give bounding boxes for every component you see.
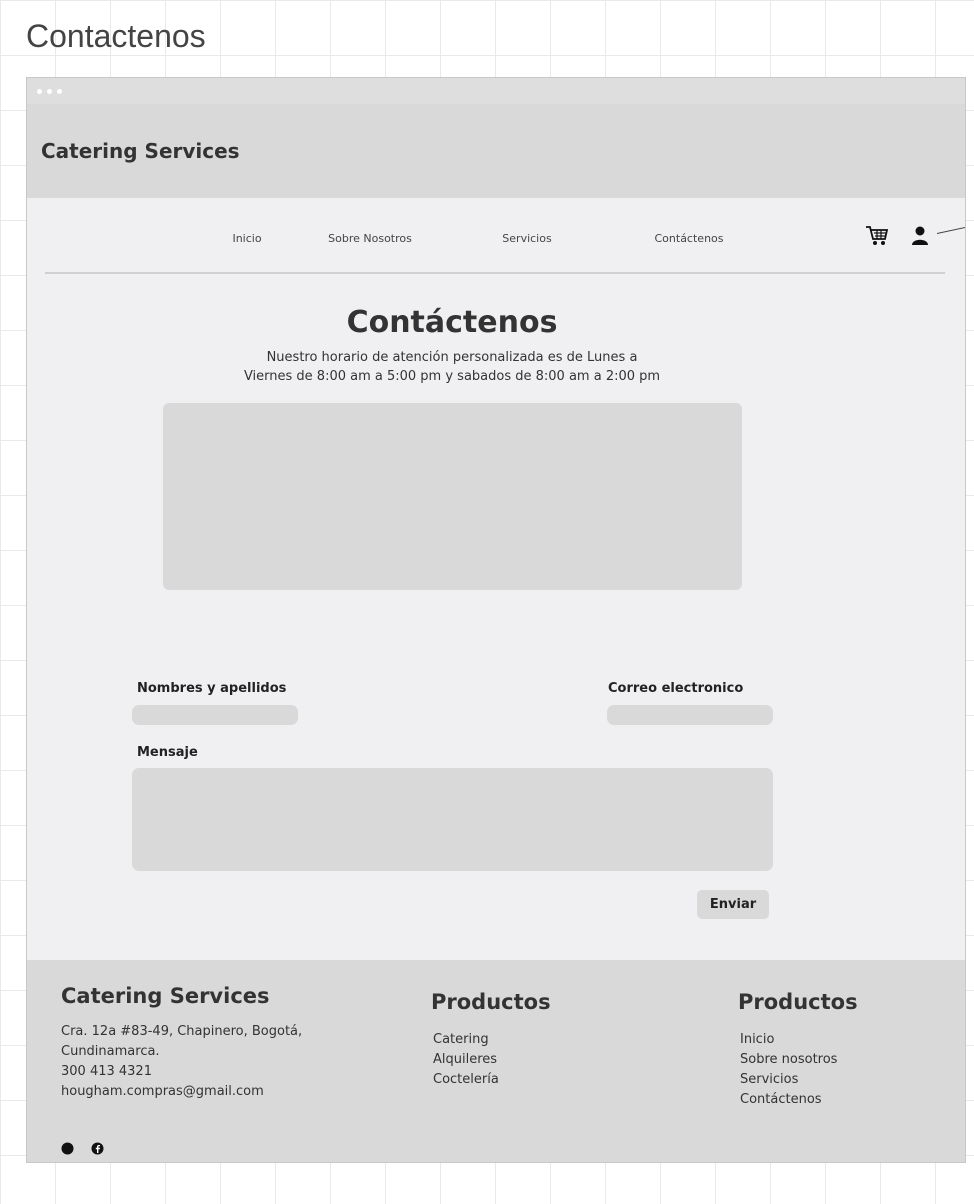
nav-item-contactenos[interactable]: Contáctenos (655, 232, 724, 245)
window-dot (57, 88, 62, 94)
footer-phone: 300 413 4321 (61, 1064, 152, 1079)
footer-link[interactable]: Inicio (740, 1030, 837, 1050)
footer-link[interactable]: Sobre nosotros (740, 1050, 837, 1070)
window-dot (47, 88, 52, 94)
footer-link[interactable]: Coctelería (433, 1070, 499, 1090)
footer-email[interactable]: hougham.compras@gmail.com (61, 1082, 302, 1102)
hours-line: Viernes de 8:00 am a 5:00 pm y sabados d… (243, 369, 661, 384)
facebook-icon[interactable] (91, 1142, 104, 1155)
footer-link[interactable]: Catering (433, 1030, 499, 1050)
submit-button[interactable]: Enviar (697, 890, 769, 919)
page-title: Contáctenos (346, 305, 558, 340)
nav-item-inicio[interactable]: Inicio (232, 232, 261, 245)
email-label: Correo electronico (608, 681, 744, 696)
footer-products-title: Productos (431, 990, 551, 1014)
nav-item-servicios[interactable]: Servicios (502, 232, 551, 245)
hours-line: Nuestro horario de atención personalizad… (266, 350, 638, 365)
footer-products-list: Catering Alquileres Coctelería (433, 1030, 499, 1090)
site-footer: Catering Services Cra. 12a #83-49, Chapi… (27, 960, 965, 1162)
footer-brand: Catering Services (61, 984, 270, 1008)
footer-address: Cra. 12a #83-49, Chapinero, Bogotá, (61, 1024, 303, 1039)
window-bar (27, 78, 965, 104)
footer-links-title: Productos (738, 990, 858, 1014)
map-placeholder (163, 403, 742, 590)
footer-address: Cundinamarca. (61, 1044, 160, 1059)
circle-social-icon[interactable] (61, 1142, 74, 1155)
browser-frame: Catering Services Inicio Sobre Nosotros … (26, 77, 966, 1163)
nav-item-sobre-nosotros[interactable]: Sobre Nosotros (328, 232, 412, 245)
name-field[interactable] (132, 705, 298, 725)
user-icon[interactable] (911, 226, 929, 246)
nav-bar: Inicio Sobre Nosotros Servicios Contácte… (45, 198, 945, 274)
message-field[interactable] (132, 768, 773, 871)
site-header: Catering Services (27, 104, 965, 198)
message-label: Mensaje (137, 745, 198, 760)
site-brand[interactable]: Catering Services (41, 139, 240, 163)
footer-link[interactable]: Servicios (740, 1070, 837, 1090)
name-label: Nombres y apellidos (137, 681, 287, 696)
footer-link[interactable]: Alquileres (433, 1050, 499, 1070)
footer-links-list: Inicio Sobre nosotros Servicios Contácte… (740, 1030, 837, 1110)
cart-icon[interactable] (865, 225, 889, 247)
canvas-title: Contactenos (26, 18, 206, 54)
hours-text: Nuestro horario de atención personalizad… (177, 348, 727, 386)
window-dot (37, 88, 42, 94)
email-field[interactable] (607, 705, 773, 725)
footer-link[interactable]: Contáctenos (740, 1090, 837, 1110)
footer-contact: Cra. 12a #83-49, Chapinero, Bogotá, Cund… (61, 1022, 302, 1102)
